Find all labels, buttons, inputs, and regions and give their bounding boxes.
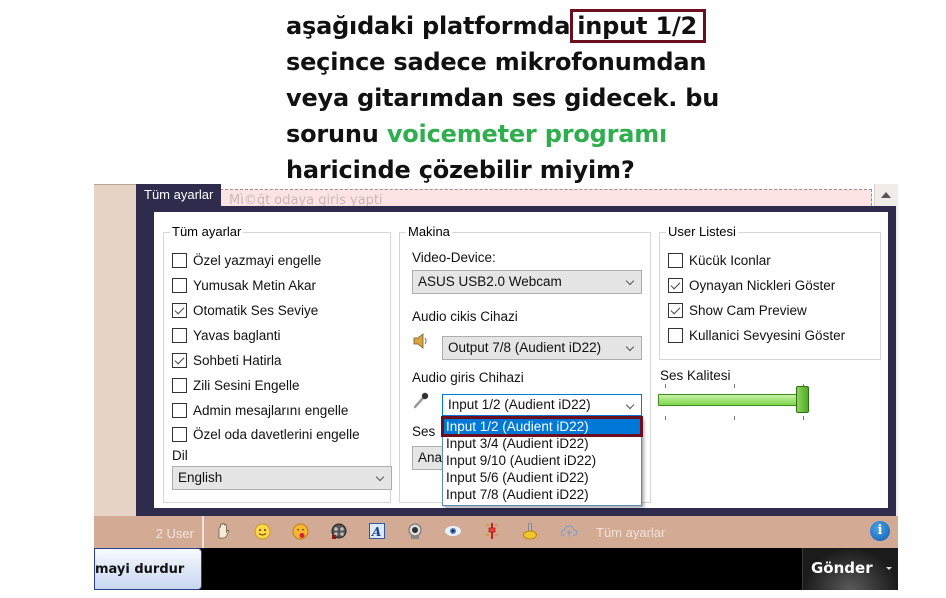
checkbox-yavas-baglanti[interactable]: Yavas baglanti: [172, 325, 281, 345]
font-icon[interactable]: A: [368, 522, 386, 540]
general-settings-group: Tüm ayarlar Özel yazmayi engelle Yumusak…: [163, 224, 392, 503]
audio-output-select[interactable]: Output 7/8 (Audient iD22): [442, 336, 642, 360]
cloud-upload-icon[interactable]: [560, 522, 578, 540]
scroll-up-icon[interactable]: [881, 192, 891, 198]
all-settings-link[interactable]: Tüm ayarlar: [596, 525, 665, 540]
checkbox[interactable]: [172, 277, 187, 293]
slider-tick: [665, 416, 666, 420]
group-title: Tüm ayarlar: [170, 224, 244, 239]
chevron-down-icon: [625, 400, 635, 410]
checkbox-oynayan-nickleri-goster[interactable]: Oynayan Nickleri Göster: [668, 275, 835, 295]
dropdown-option[interactable]: Input 7/8 (Audient iD22): [443, 486, 641, 503]
dropdown-caret-icon[interactable]: [886, 567, 892, 570]
tongue-emoji-icon[interactable]: [291, 522, 309, 540]
checkbox[interactable]: [668, 327, 683, 343]
checkbox-show-cam-preview[interactable]: Show Cam Preview: [668, 300, 807, 320]
settings-dialog-body: Tüm ayarlar Özel yazmayi engelle Yumusak…: [154, 212, 888, 508]
checkbox[interactable]: [668, 277, 683, 293]
chevron-down-icon: [625, 276, 635, 286]
caption-line-4: sorunu voicemeter programı: [286, 120, 668, 148]
checkbox-otomatik-ses-seviye[interactable]: Otomatik Ses Seviye: [172, 300, 318, 320]
checkbox-kucuk-iconlar[interactable]: Kücük Iconlar: [668, 250, 771, 270]
checkbox-zili-sesini-engelle[interactable]: Zili Sesini Engelle: [172, 375, 300, 395]
checkbox-ozel-yazmayi-engelle[interactable]: Özel yazmayi engelle: [172, 250, 321, 270]
sound-quality-label: Ses Kalitesi: [660, 368, 731, 383]
caption-line-1: aşağıdaki platformda input 1/2: [286, 8, 746, 44]
joystick-icon[interactable]: [521, 522, 539, 540]
slider-track[interactable]: [658, 394, 802, 406]
user-list-settings-group: User Listesi Kücük Iconlar Oynayan Nickl…: [659, 224, 881, 360]
microphone-icon: [413, 392, 429, 409]
checkbox[interactable]: [172, 426, 187, 442]
checkbox[interactable]: [172, 402, 187, 418]
audio-input-select[interactable]: Input 1/2 (Audient iD22): [442, 394, 642, 416]
smiley-icon[interactable]: [253, 522, 271, 540]
chat-toolbar: 2 User A Tüm ayarlar i: [94, 516, 898, 548]
slider-thumb[interactable]: [796, 386, 809, 413]
chevron-down-icon: [625, 342, 635, 352]
left-panel: [94, 184, 138, 516]
sound-quality-slider[interactable]: [658, 382, 818, 422]
caption-line-5: haricinde çözebilir miyim?: [286, 156, 635, 184]
equalizer-icon[interactable]: [483, 522, 501, 540]
language-select[interactable]: English: [172, 466, 392, 490]
checkbox[interactable]: [172, 302, 187, 318]
checkbox-yumusak-metin-akar[interactable]: Yumusak Metin Akar: [172, 275, 316, 295]
send-button[interactable]: Gönder: [802, 548, 898, 590]
slider-tick: [665, 384, 666, 388]
chevron-down-icon: [375, 472, 385, 482]
checkbox[interactable]: [172, 327, 187, 343]
group-title: Makina: [406, 224, 452, 239]
checkbox[interactable]: [172, 252, 187, 268]
language-label: Dil: [172, 448, 188, 463]
audio-input-label: Audio giris Chihazi: [412, 370, 524, 385]
hand-icon[interactable]: [214, 522, 232, 540]
settings-dialog: Tüm ayarlar Özel yazmayi engelle Yumusak…: [136, 206, 896, 516]
checkbox-sohbeti-hatirla[interactable]: Sohbeti Hatirla: [172, 350, 282, 370]
highlighted-input-text: input 1/2: [570, 9, 707, 43]
voicemeeter-text: voicemeter programı: [386, 120, 668, 148]
info-icon[interactable]: i: [870, 521, 890, 541]
question-caption: aşağıdaki platformda input 1/2 seçince sa…: [286, 8, 746, 188]
checkbox[interactable]: [172, 377, 187, 393]
dropdown-option[interactable]: Input 1/2 (Audient iD22): [441, 416, 643, 437]
webcam-icon[interactable]: [406, 522, 424, 540]
audio-output-label: Audio cikis Cihazi: [412, 309, 518, 324]
dropdown-option[interactable]: Input 5/6 (Audient iD22): [443, 469, 641, 486]
checkbox[interactable]: [172, 352, 187, 368]
group-title: User Listesi: [666, 224, 738, 239]
checkbox-ozel-oda-davetlerini-engelle[interactable]: Özel oda davetlerini engelle: [172, 424, 360, 444]
video-device-label: Video-Device:: [412, 250, 496, 265]
user-count: 2 User: [94, 516, 204, 548]
checkbox[interactable]: [668, 252, 683, 268]
dropdown-option[interactable]: Input 3/4 (Audient iD22): [443, 435, 641, 452]
dialog-tab-title[interactable]: Tüm ayarlar: [136, 184, 222, 208]
eye-icon[interactable]: [444, 522, 462, 540]
video-device-select[interactable]: ASUS USB2.0 Webcam: [412, 270, 642, 294]
stop-button[interactable]: mayi durdur: [94, 548, 202, 590]
hidden-sound-label: Ses: [412, 424, 436, 439]
audio-input-dropdown[interactable]: Input 1/2 (Audient iD22) Input 3/4 (Audi…: [441, 416, 643, 506]
checkbox[interactable]: [668, 302, 683, 318]
dropdown-option[interactable]: Input 9/10 (Audient iD22): [443, 452, 641, 469]
message-bar: mayi durdur Gönder: [94, 548, 898, 590]
speaker-icon: [413, 333, 427, 349]
checkbox-kullanici-sevyesini-goster[interactable]: Kullanici Sevyesini Göster: [668, 325, 845, 345]
svg-text:A: A: [371, 525, 381, 539]
slider-tick: [734, 384, 735, 388]
slider-tick: [803, 416, 804, 420]
film-reel-icon[interactable]: [330, 522, 348, 540]
checkbox-admin-mesajlarini-engelle[interactable]: Admin mesajlarını engelle: [172, 400, 348, 420]
caption-line-2: seçince sadece mikrofonumdan: [286, 48, 707, 76]
slider-tick: [734, 416, 735, 420]
caption-line-3: veya gitarımdan ses gidecek. bu: [286, 84, 720, 112]
